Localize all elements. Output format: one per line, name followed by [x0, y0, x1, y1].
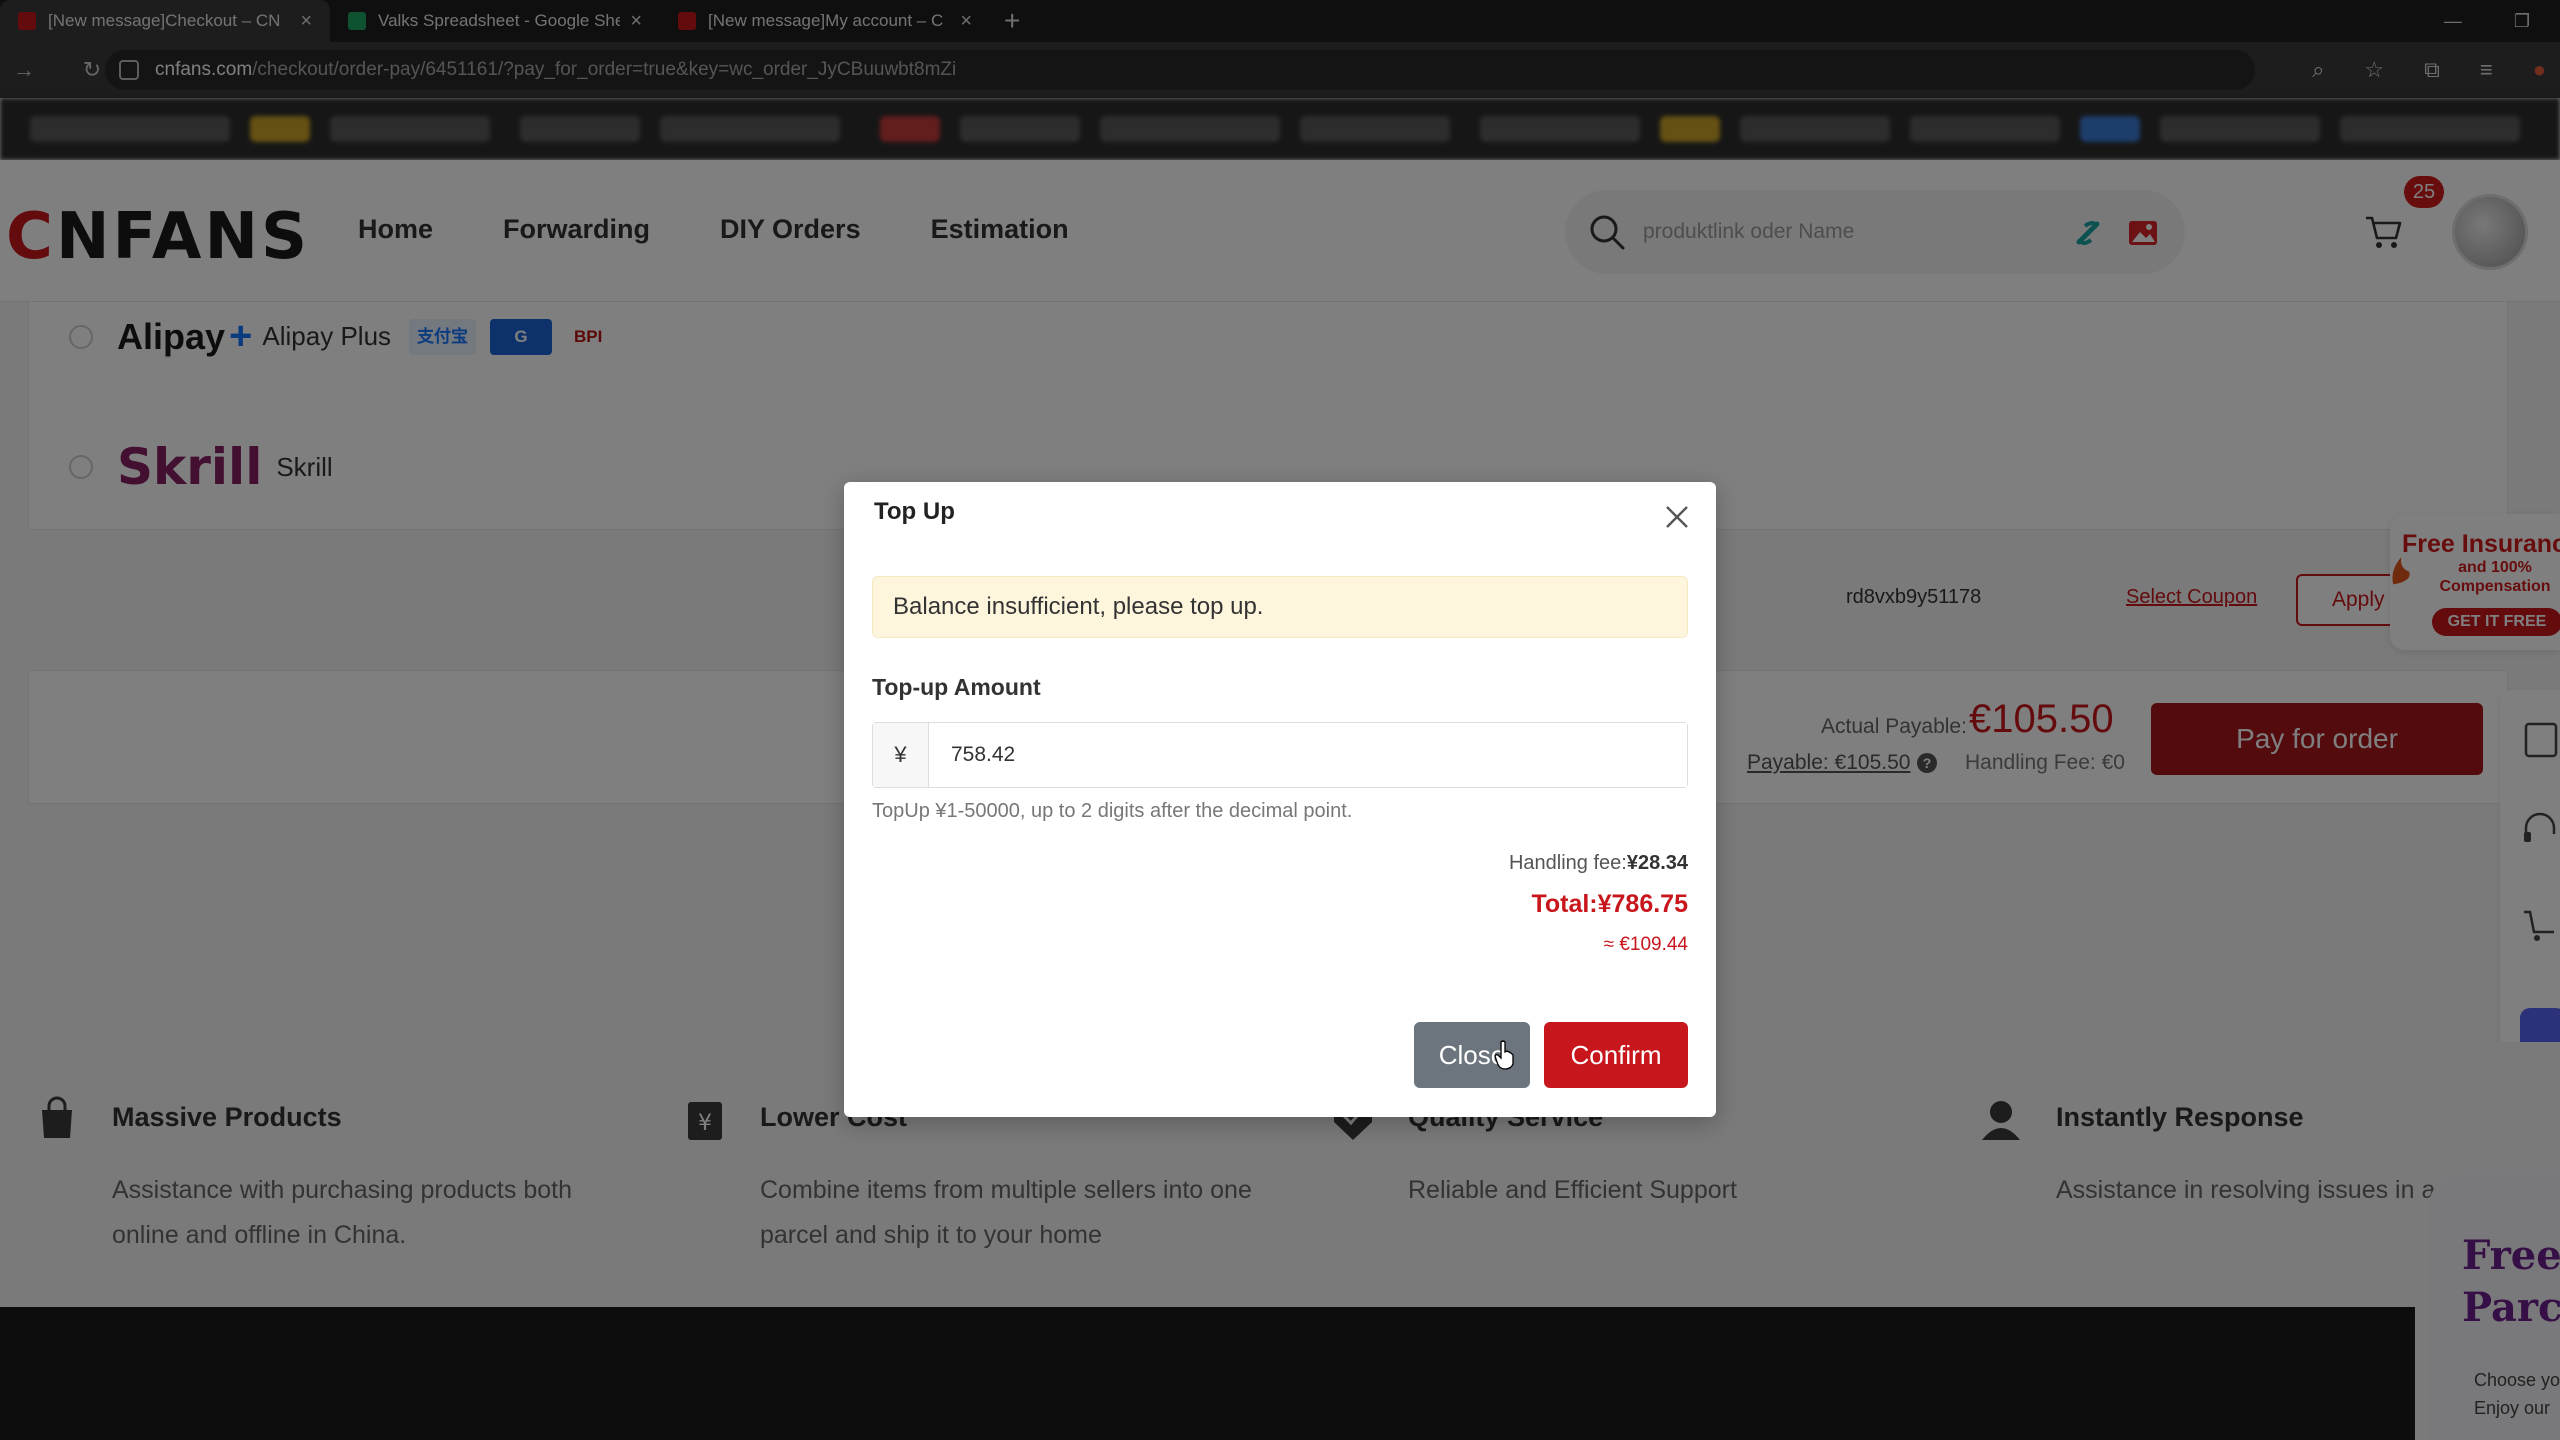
- close-icon[interactable]: [1660, 500, 1694, 534]
- handling-fee-line: Handling fee:¥28.34: [1509, 852, 1688, 875]
- top-up-amount-group: ¥: [872, 722, 1688, 788]
- handling-fee-label: Handling fee:: [1508, 852, 1627, 874]
- currency-prefix: ¥: [873, 723, 929, 787]
- confirm-button[interactable]: Confirm: [1544, 1022, 1688, 1088]
- total-amount: Total:¥786.75: [1531, 890, 1688, 918]
- amount-hint: TopUp ¥1-50000, up to 2 digits after the…: [872, 800, 1353, 822]
- hand-cursor-icon: [1494, 1040, 1514, 1070]
- eur-approx: ≈ €109.44: [1603, 934, 1688, 955]
- top-up-amount-label: Top-up Amount: [872, 674, 1041, 700]
- top-up-modal: Top Up Balance insufficient, please top …: [844, 482, 1716, 1117]
- modal-title: Top Up: [874, 498, 955, 525]
- balance-alert: Balance insufficient, please top up.: [872, 576, 1688, 638]
- handling-fee-value: ¥28.34: [1626, 852, 1688, 874]
- top-up-amount-input[interactable]: [929, 723, 1687, 787]
